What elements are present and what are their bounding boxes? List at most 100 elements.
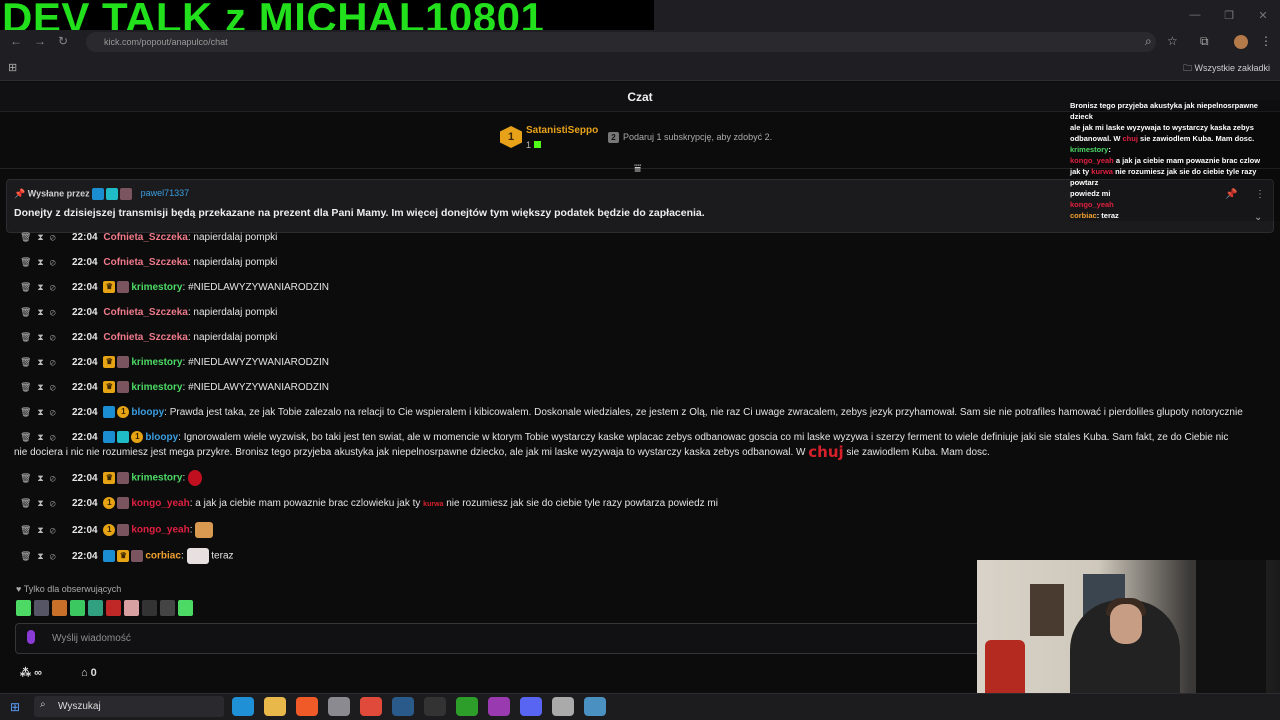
user-badge — [117, 524, 130, 536]
webcam-face — [1110, 604, 1142, 644]
mod-tools-icons: 🗑⧗⊘ — [20, 332, 62, 342]
store-stat[interactable]: ⌂ 0 — [81, 667, 115, 679]
emote-icon[interactable] — [160, 600, 175, 616]
chat-message: 🗑⧗⊘ 22:04 1 bloopy: Ignorowalem wiele wyzw… — [14, 431, 1229, 461]
chat-message: 🗑⧗⊘ 22:04 ♛ krimestory: #NIEDLAWYZYWANIARO… — [14, 280, 1244, 295]
app-icon[interactable] — [584, 697, 606, 716]
user-badge — [117, 356, 130, 369]
quick-emotes — [16, 600, 193, 616]
username[interactable]: krimestory — [131, 382, 182, 393]
vip-badge — [103, 550, 116, 562]
username[interactable]: bloopy — [145, 432, 178, 443]
app-icon[interactable] — [488, 697, 510, 716]
edge-icon[interactable] — [232, 697, 254, 716]
crown-badge: ♛ — [117, 550, 130, 562]
emote-icon[interactable] — [124, 600, 139, 616]
profile-avatar[interactable] — [1234, 35, 1248, 49]
extensions-icon[interactable]: ⧉ — [1200, 34, 1209, 49]
mod-tools-icons: 🗑⧗⊘ — [20, 257, 62, 267]
chat-input[interactable] — [15, 623, 1025, 654]
chat-message: 🗑⧗⊘ 22:04 1 kongo_yeah: — [14, 522, 1244, 538]
sub-badge: 1 — [117, 406, 130, 419]
maximize-icon[interactable]: ❐ — [1212, 0, 1246, 30]
apps-grid-icon[interactable]: ⊞ — [8, 61, 17, 74]
crown-badge: ♛ — [103, 381, 116, 394]
zoom-icon[interactable]: ⌕ — [1145, 34, 1152, 49]
username[interactable]: krimestory — [131, 282, 182, 293]
username[interactable]: krimestory — [131, 473, 182, 484]
chat-message: 🗑⧗⊘ 22:04 1 kongo_yeah: a jak ja ciebie ma… — [14, 496, 1244, 512]
sub-badge: 1 — [103, 497, 116, 510]
window-controls: — ❐ ✕ — [1178, 0, 1280, 30]
emote-icon[interactable] — [106, 600, 121, 616]
discord-icon[interactable] — [520, 697, 542, 716]
user-badge — [120, 188, 133, 200]
reload-icon[interactable]: ↻ — [58, 34, 68, 48]
emote-kurwa: kurwa — [423, 501, 444, 508]
user-badge — [117, 472, 130, 484]
emote-doge — [195, 522, 214, 538]
folder-icon[interactable] — [264, 697, 286, 716]
taskbar-search[interactable]: Wyszukaj — [34, 696, 224, 717]
steam-icon[interactable] — [392, 697, 414, 716]
chat-message: 🗑⧗⊘ 22:04 ♛ krimestory: #NIEDLAWYZYWANIARO… — [14, 380, 1244, 395]
og-badge — [106, 188, 119, 200]
username[interactable]: Cofnieta_Szczeka — [103, 232, 187, 243]
username[interactable]: bloopy — [131, 407, 164, 418]
back-icon[interactable]: ← — [10, 34, 22, 48]
mod-tools-icons: 🗑⧗⊘ — [20, 550, 62, 561]
emote-icon[interactable] — [52, 600, 67, 616]
top-sub-count: 1 — [526, 140, 542, 150]
chrome-icon[interactable] — [360, 697, 382, 716]
pinned-user[interactable]: pawel71337 — [141, 188, 190, 198]
emote-icon[interactable] — [34, 600, 49, 616]
emote-icon[interactable] — [142, 600, 157, 616]
forward-icon[interactable]: → — [34, 34, 46, 48]
sub-badge: 1 — [103, 524, 116, 536]
gift-icon: 2 — [608, 132, 619, 143]
emote-icon[interactable] — [16, 600, 31, 616]
brave-icon[interactable] — [296, 697, 318, 716]
emote-picture — [186, 548, 209, 564]
username[interactable]: Cofnieta_Szczeka — [103, 307, 187, 318]
points-stat[interactable]: ⁂ ∞ — [20, 667, 60, 679]
mod-tools-icons: 🗑⧗⊘ — [20, 307, 62, 317]
play-icon[interactable] — [456, 697, 478, 716]
mod-tools-icons: 🗑⧗⊘ — [20, 432, 62, 442]
username[interactable]: Cofnieta_Szczeka — [103, 257, 187, 268]
gift-sub-prompt[interactable]: 2 Podaruj 1 subskrypcję, aby zdobyć 2. — [608, 132, 772, 143]
crown-badge: ♛ — [103, 281, 116, 294]
emote-icon[interactable] — [178, 600, 193, 616]
vip-badge — [103, 406, 116, 419]
app-icon[interactable] — [552, 697, 574, 716]
username[interactable]: krimestory — [131, 357, 182, 368]
username[interactable]: corbiac — [145, 551, 181, 562]
username[interactable]: Cofnieta_Szczeka — [103, 332, 187, 343]
emote-blood — [188, 470, 203, 486]
username[interactable]: kongo_yeah — [131, 525, 189, 536]
emote-icon[interactable] — [70, 600, 85, 616]
stream-overlay-chat: Bronisz tego przyjeba akustyka jak niepe… — [1070, 100, 1280, 221]
menu-icon[interactable]: ⋮ — [1260, 34, 1272, 48]
emote-icon[interactable] — [88, 600, 103, 616]
star-icon[interactable]: ☆ — [1167, 34, 1178, 48]
chat-messages: 🗑⧗⊘ 22:04 Cofnieta_Szczeka: napierdalaj p… — [14, 230, 1244, 580]
user-badge — [117, 381, 130, 394]
user-badge — [131, 550, 144, 562]
close-icon[interactable]: ✕ — [1246, 0, 1280, 30]
obs-icon[interactable] — [424, 697, 446, 716]
user-badge — [117, 497, 130, 510]
mic-icon[interactable] — [27, 630, 35, 644]
mod-tools-icons: 🗑⧗⊘ — [20, 472, 62, 483]
user-badge — [117, 281, 130, 294]
windows-start-icon[interactable]: ⊞ — [10, 700, 20, 714]
all-bookmarks-link[interactable]: 🗀 Wszystkie zakładki — [1183, 61, 1270, 77]
username[interactable]: kongo_yeah — [131, 498, 189, 509]
app-icon[interactable] — [328, 697, 350, 716]
top-sub-name[interactable]: SatanistiSeppo — [526, 125, 598, 136]
crown-badge: ♛ — [103, 472, 116, 484]
og-badge — [117, 431, 130, 444]
url-field[interactable]: kick.com/popout/anapulco/chat — [86, 32, 1156, 52]
minimize-icon[interactable]: — — [1178, 0, 1212, 30]
collapse-arrow-icon[interactable]: ⩸ — [634, 161, 641, 176]
